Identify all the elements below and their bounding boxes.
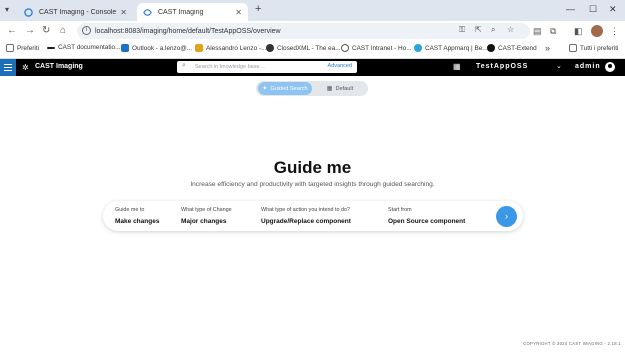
bookmark-label: CAST documentatio... bbox=[58, 44, 121, 51]
appmarq-icon bbox=[414, 44, 422, 52]
forward-arrow-icon[interactable]: → bbox=[25, 25, 35, 36]
all-bookmarks-folder[interactable]: Tutti i preferiti bbox=[569, 44, 618, 52]
bookmark-label: CAST-Extend bbox=[498, 44, 537, 52]
step-value: Open Source component bbox=[388, 218, 466, 225]
sparkle-icon: ✦ bbox=[262, 86, 268, 92]
address-bar[interactable]: i localhost:8083/imaging/home/default/Te… bbox=[77, 23, 530, 39]
extensions-icon[interactable]: ⧉ bbox=[550, 26, 556, 37]
go-arrow-button[interactable]: › bbox=[496, 206, 517, 227]
default-label: Default bbox=[335, 85, 354, 92]
reload-icon[interactable]: ↻ bbox=[42, 25, 50, 36]
guided-search-label: Guided Search bbox=[270, 85, 308, 92]
bookmark-label: Tutti i preferiti bbox=[580, 44, 619, 52]
bookmark-alessandro-lenzo[interactable]: Alessandro Lenzo -... bbox=[195, 44, 266, 52]
bookmark-cast-appmarq[interactable]: CAST Appmarq | Be... bbox=[414, 44, 488, 52]
maximize-icon[interactable]: ☐ bbox=[589, 4, 597, 15]
step-label: What type of Change bbox=[181, 207, 232, 213]
app-header: ✲ CAST Imaging ⌕ Advanced ▦ TestAppOSS ⌄… bbox=[0, 59, 625, 76]
closedxml-icon bbox=[266, 44, 274, 52]
bookmark-cast-intranet[interactable]: CAST Intranet - Ho... bbox=[341, 44, 412, 52]
application-icon: ▦ bbox=[453, 62, 461, 71]
browser-tab-strip: ▾ CAST Imaging - Console ✕ CAST Imaging … bbox=[0, 0, 625, 21]
chevron-right-icon: › bbox=[505, 211, 508, 221]
tab-title: CAST Imaging bbox=[158, 8, 204, 16]
application-selector[interactable]: TestAppOSS bbox=[476, 63, 528, 70]
browser-menu-icon[interactable]: ⋮ bbox=[610, 26, 619, 37]
default-search-option[interactable]: ▦ Default bbox=[316, 82, 364, 95]
open-in-app-icon[interactable]: ⇱ bbox=[475, 25, 482, 34]
zoom-icon[interactable]: ⌕ bbox=[491, 25, 495, 35]
bookmark-outlook[interactable]: Outlook - a.lenzo@... bbox=[121, 44, 192, 52]
close-window-icon[interactable]: ✕ bbox=[609, 4, 617, 15]
tab-search-icon[interactable]: ▾ bbox=[5, 5, 9, 14]
page-subtitle: Increase efficiency and productivity wit… bbox=[190, 181, 435, 188]
grid-icon: ▦ bbox=[326, 86, 333, 92]
password-key-icon[interactable]: ⚿ bbox=[459, 25, 465, 35]
minimize-icon[interactable]: — bbox=[566, 4, 575, 14]
cast-favicon-icon bbox=[143, 8, 152, 16]
user-account-icon[interactable] bbox=[605, 62, 615, 72]
bookmark-cast-documentation[interactable]: CAST documentatio... bbox=[47, 44, 120, 51]
bookmark-label: CAST Intranet - Ho... bbox=[352, 44, 412, 52]
close-tab-icon[interactable]: ✕ bbox=[120, 8, 127, 17]
bookmark-star-icon[interactable]: ☆ bbox=[507, 25, 514, 34]
cast-logo-icon: ✲ bbox=[22, 63, 29, 72]
step-value: Major changes bbox=[181, 218, 227, 225]
folder-icon bbox=[569, 44, 577, 52]
bookmark-cast-extend[interactable]: CAST-Extend bbox=[487, 44, 537, 52]
search-input[interactable] bbox=[195, 62, 315, 72]
globe-icon bbox=[341, 44, 349, 52]
profile-avatar[interactable] bbox=[591, 25, 603, 37]
cast-doc-icon bbox=[47, 46, 55, 49]
side-panel-icon[interactable]: ◧ bbox=[574, 26, 583, 37]
step-action-type[interactable]: What type of action you intend to do? Up… bbox=[261, 207, 351, 225]
close-tab-icon[interactable]: ✕ bbox=[235, 8, 242, 17]
cast-favicon-icon bbox=[24, 7, 33, 17]
search-icon: ⌕ bbox=[182, 62, 186, 69]
browser-toolbar: ← → ↻ ⌂ i localhost:8083/imaging/home/de… bbox=[0, 21, 625, 41]
site-info-icon[interactable]: i bbox=[82, 26, 91, 35]
bookmark-closedxml[interactable]: ClosedXML - The ea... bbox=[266, 44, 341, 52]
knowledge-search: ⌕ Advanced bbox=[177, 61, 357, 73]
browser-tab-imaging[interactable]: CAST Imaging ✕ bbox=[137, 3, 248, 21]
back-arrow-icon[interactable]: ← bbox=[7, 25, 17, 36]
bookmark-folder-preferiti[interactable]: Preferiti bbox=[6, 44, 39, 52]
outlook-icon bbox=[121, 44, 129, 52]
advanced-search-link[interactable]: Advanced bbox=[328, 63, 352, 69]
guided-search-card: Guide me to Make changes What type of Ch… bbox=[103, 201, 523, 231]
url-text: localhost:8083/imaging/home/default/Test… bbox=[95, 27, 281, 35]
step-value: Make changes bbox=[115, 218, 160, 225]
more-bookmarks-icon[interactable]: » bbox=[545, 43, 550, 53]
bookmarks-bar: Preferiti CAST documentatio... Outlook -… bbox=[0, 41, 625, 59]
step-label: Guide me to bbox=[115, 207, 145, 213]
guided-search-option[interactable]: ✦ Guided Search bbox=[258, 82, 312, 95]
search-mode-toggle: ✦ Guided Search ▦ Default bbox=[256, 81, 368, 96]
step-value: Upgrade/Replace component bbox=[261, 218, 351, 225]
reading-list-icon[interactable]: ▤ bbox=[533, 26, 542, 37]
step-change-type[interactable]: What type of Change Major changes bbox=[181, 207, 232, 225]
new-tab-icon[interactable]: + bbox=[255, 3, 261, 15]
chevron-down-icon[interactable]: ⌄ bbox=[556, 62, 562, 70]
bookmark-label: Outlook - a.lenzo@... bbox=[132, 44, 193, 52]
hamburger-menu-icon[interactable] bbox=[0, 59, 16, 76]
bookmark-label: CAST Appmarq | Be... bbox=[425, 44, 488, 52]
profile-bookmark-icon bbox=[195, 44, 203, 52]
app-brand: CAST Imaging bbox=[35, 63, 83, 70]
bookmark-label: Preferiti bbox=[17, 44, 40, 52]
bookmark-label: ClosedXML - The ea... bbox=[277, 44, 341, 52]
step-label: What type of action you intend to do? bbox=[261, 207, 351, 213]
browser-tab-console[interactable]: CAST Imaging - Console ✕ bbox=[18, 3, 133, 21]
step-label: Start from bbox=[388, 207, 412, 213]
github-icon bbox=[487, 44, 495, 52]
bookmark-label: Alessandro Lenzo -... bbox=[206, 44, 267, 52]
folder-icon bbox=[6, 44, 14, 52]
step-start-from[interactable]: Start from Open Source component bbox=[388, 207, 465, 225]
home-icon[interactable]: ⌂ bbox=[60, 25, 66, 36]
tab-title: CAST Imaging - Console bbox=[39, 8, 117, 16]
user-name[interactable]: admin bbox=[575, 63, 601, 70]
copyright-text: COPYRIGHT © 2024 CAST IMAGING - 2.18.1 bbox=[523, 341, 621, 346]
page-title: Guide me bbox=[273, 158, 352, 177]
step-guide-me-to[interactable]: Guide me to Make changes bbox=[115, 207, 159, 225]
